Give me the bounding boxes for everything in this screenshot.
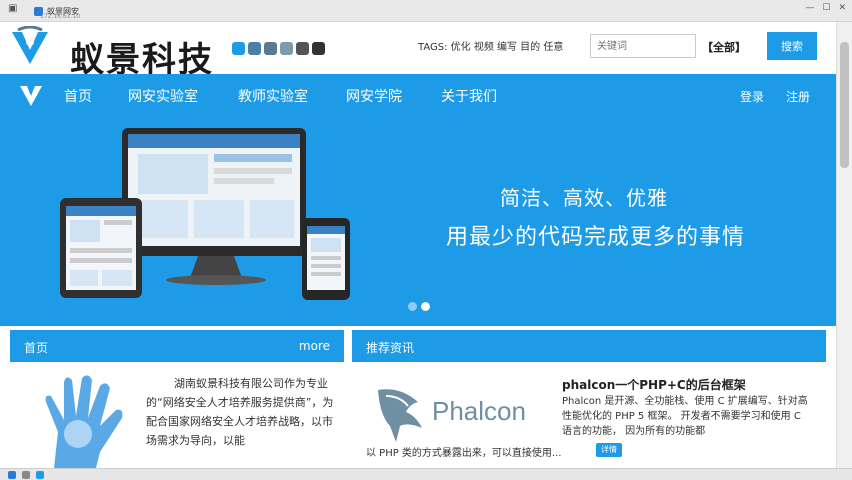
carousel-dot[interactable] <box>421 302 430 311</box>
main-nav: 首页 网安实验室 教师实验室 网安学院 关于我们 登录 注册 <box>0 74 836 116</box>
nav-item-teacher-lab[interactable]: 教师实验室 <box>238 86 308 106</box>
nav-item-home[interactable]: 首页 <box>64 86 92 106</box>
search-button[interactable]: 搜索 <box>767 32 817 60</box>
logo-dot <box>264 42 277 55</box>
browser-taskbar-icon[interactable] <box>36 471 44 479</box>
about-panel-title: 首页 <box>24 341 49 355</box>
website: 蚁景科技 TAGS: 优化 视频 编写 目的 任意 【全部】 搜索 首页 网安实… <box>0 22 836 468</box>
banner-slogan-2: 用最少的代码完成更多的事情 <box>446 225 746 250</box>
nav-item-academy[interactable]: 网安学院 <box>346 86 402 106</box>
news-item-title[interactable]: phalcon一个PHP+C的后台框架 <box>562 376 746 393</box>
phalcon-wordmark: Phalcon <box>432 396 526 426</box>
about-panel-header: 首页 more <box>10 330 344 362</box>
login-link[interactable]: 登录 <box>740 88 764 105</box>
logo-dot <box>232 42 245 55</box>
hand-illustration <box>45 375 123 468</box>
register-link[interactable]: 注册 <box>786 88 810 105</box>
news-item-body: Phalcon 是开源、全功能栈、使用 C 扩展编写、针对高性能优化的 PHP … <box>562 396 808 437</box>
logo-dot <box>248 42 261 55</box>
logo-dot <box>312 42 325 55</box>
nav-logo-icon[interactable] <box>18 82 44 108</box>
news-panel-title: 推荐资讯 <box>366 341 415 355</box>
start-icon[interactable] <box>8 471 16 479</box>
taskbar-app-icon[interactable] <box>22 471 30 479</box>
tag-list[interactable]: TAGS: 优化 视频 编写 目的 任意 <box>418 38 563 53</box>
carousel-pager <box>408 302 430 311</box>
scrollbar-thumb[interactable] <box>840 42 849 168</box>
nav-item-security-lab[interactable]: 网安实验室 <box>128 86 198 106</box>
news-panel-header: 推荐资讯 <box>352 330 826 362</box>
banner-slogan-1: 简洁、高效、优雅 <box>500 186 668 210</box>
company-logo-icon[interactable] <box>8 26 52 70</box>
detail-button[interactable]: 详情 <box>596 443 622 457</box>
phalcon-logo[interactable]: Phalcon <box>372 378 532 448</box>
logo-dot <box>280 42 293 55</box>
search-scope-select[interactable]: 【全部】 <box>702 39 746 55</box>
devices-illustration <box>60 128 350 300</box>
nav-item-about[interactable]: 关于我们 <box>441 86 497 106</box>
carousel-dot[interactable] <box>408 302 417 311</box>
hero-banner[interactable]: 简洁、高效、优雅 用最少的代码完成更多的事情 <box>0 116 836 326</box>
page-scrollbar[interactable] <box>836 22 852 468</box>
search-input[interactable] <box>590 34 696 58</box>
site-header: 蚁景科技 TAGS: 优化 视频 编写 目的 任意 【全部】 搜索 <box>0 22 836 80</box>
taskbar <box>0 468 852 480</box>
logo-color-dots <box>232 42 325 55</box>
about-text: 湖南蚁景科技有限公司作为专业的“网络安全人才培养服务提供商”，为配合国家网络安全… <box>146 377 334 447</box>
news-item-tail: 以 PHP 类的方式暴露出来，可以直接使用... <box>366 448 562 459</box>
phalcon-bird-icon <box>378 389 422 442</box>
logo-dot <box>296 42 309 55</box>
address-bar[interactable]: 172.16.61.10 <box>0 12 852 21</box>
more-link[interactable]: more <box>299 339 330 353</box>
